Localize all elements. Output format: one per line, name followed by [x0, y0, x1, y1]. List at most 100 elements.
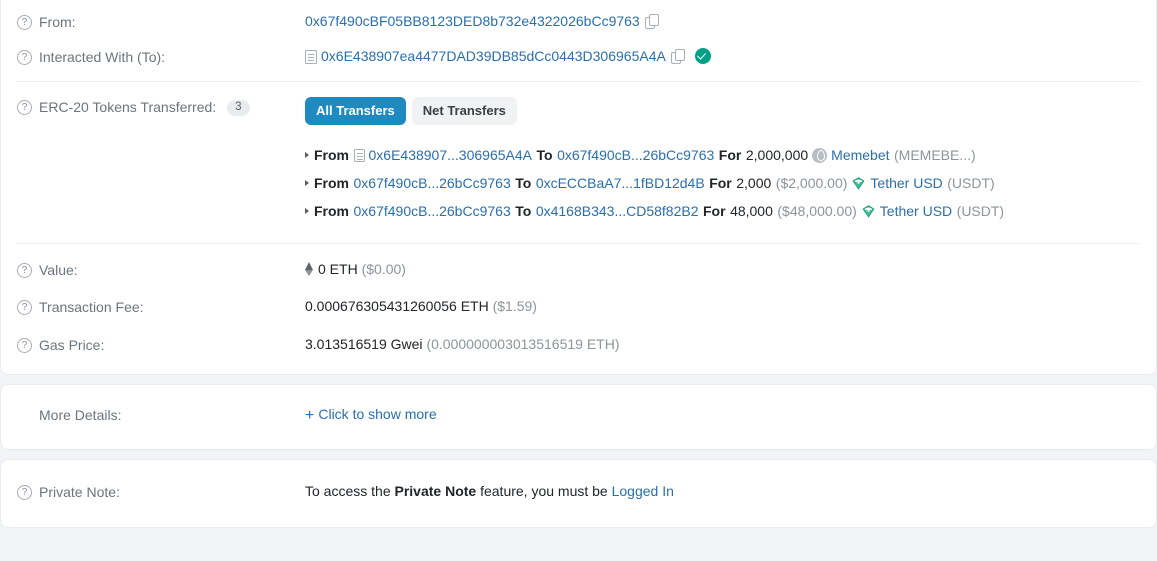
expand-caret-icon[interactable]: [305, 208, 309, 215]
transaction-fee-usd: ($1.59): [492, 298, 537, 315]
transfer-to-label: To: [536, 146, 553, 163]
from-label-cell: ? From:: [17, 11, 305, 33]
private-note-term: Private Note: [394, 483, 477, 500]
transfer-to-address[interactable]: 0x67f490cB...26bCc9763: [557, 145, 714, 166]
gas-price-value-cell: 3.013516519 Gwei (0.000000003013516519 E…: [305, 334, 1140, 355]
transfer-from-address[interactable]: 0x67f490cB...26bCc9763: [354, 201, 511, 222]
expand-caret-icon[interactable]: [305, 152, 309, 159]
tab-net-transfers[interactable]: Net Transfers: [411, 97, 517, 126]
transfer-token-symbol: (USDT): [956, 202, 1005, 219]
private-note-value-cell: To access the Private Note feature, you …: [305, 481, 1140, 502]
private-note-label: Private Note:: [39, 484, 120, 501]
interacted-with-value-cell: 0x6E438907ea4477DAD39DB85dCc0443D306965A…: [305, 46, 1140, 67]
interacted-with-label: Interacted With (To):: [39, 49, 166, 65]
transfer-list: From 0x6E438907...306965A4A To 0x67f490cB..…: [305, 141, 1140, 225]
row-gas-price: ? Gas Price: 3.013516519 Gwei (0.0000000…: [1, 323, 1156, 374]
transfer-amount: 2,000: [736, 174, 772, 191]
transaction-overview-card: ? From: 0x67f490cBF05BB8123DED8b732e4322…: [0, 0, 1157, 376]
click-to-show-more-label: Click to show more: [318, 406, 437, 423]
transfer-for-label: For: [709, 174, 732, 191]
row-private-note: ? Private Note: To access the Private No…: [1, 460, 1156, 527]
transfer-row: From 0x67f490cB...26bCc9763 To 0x4168B343..…: [305, 197, 1140, 225]
more-details-label: More Details:: [39, 407, 122, 424]
logged-in-link[interactable]: Logged In: [612, 483, 674, 499]
transfer-amount-usd: ($2,000.00): [775, 174, 848, 191]
contract-icon: [305, 50, 317, 64]
transfer-from-label: From: [314, 174, 349, 191]
value-label: Value:: [39, 262, 78, 279]
transfer-row: From 0x67f490cB...26bCc9763 To 0xcECCBaA7..…: [305, 169, 1140, 197]
plus-icon: +: [305, 407, 315, 425]
click-to-show-more-button[interactable]: + Click to show more: [305, 406, 437, 425]
copy-icon[interactable]: [670, 49, 685, 64]
transfer-to-label: To: [515, 202, 532, 219]
verified-contract-icon: [694, 48, 711, 64]
private-note-text-before: To access the: [305, 483, 395, 500]
help-icon[interactable]: ?: [17, 50, 32, 65]
transfer-row: From 0x6E438907...306965A4A To 0x67f490cB..…: [305, 141, 1140, 169]
transfer-token-name[interactable]: Tether USD: [880, 201, 952, 222]
row-interacted-with: ? Interacted With (To): 0x6E438907ea4477…: [1, 37, 1156, 81]
private-note-text-after: feature, you must be: [476, 483, 612, 500]
transfer-token-name[interactable]: Memebet: [831, 145, 889, 166]
erc20-label: ERC-20 Tokens Transferred:: [39, 99, 217, 115]
contract-icon: [353, 148, 365, 162]
tether-token-icon: [861, 204, 876, 219]
expand-caret-icon[interactable]: [305, 180, 309, 187]
gas-price-label: Gas Price:: [39, 337, 105, 354]
transaction-fee-label-cell: ? Transaction Fee:: [17, 296, 305, 318]
help-icon[interactable]: ?: [17, 100, 32, 115]
transfer-amount: 2,000,000: [745, 146, 809, 163]
row-from: ? From: 0x67f490cBF05BB8123DED8b732e4322…: [1, 0, 1156, 37]
more-details-card: More Details: + Click to show more: [0, 384, 1157, 451]
transaction-fee-value-cell: 0.000676305431260056 ETH ($1.59): [305, 296, 1140, 317]
erc20-count-badge: 3: [227, 99, 250, 116]
gas-price-eth: (0.000000003013516519 ETH): [426, 336, 620, 353]
transfer-token-symbol: (MEMEBE...): [894, 146, 976, 163]
row-erc20-transfers: ? ERC-20 Tokens Transferred: 3 All Trans…: [1, 82, 1156, 243]
copy-icon[interactable]: [644, 14, 659, 29]
transfer-to-label: To: [515, 174, 532, 191]
transfer-from-label: From: [314, 202, 349, 219]
row-more-details: More Details: + Click to show more: [1, 385, 1156, 449]
from-label: From:: [39, 14, 76, 30]
gas-price-amount: 3.013516519 Gwei: [305, 336, 423, 353]
transfer-for-label: For: [718, 146, 742, 163]
private-note-card: ? Private Note: To access the Private No…: [0, 459, 1157, 529]
tether-token-icon: [851, 176, 866, 191]
transfer-to-address[interactable]: 0xcECCBaA7...1fBD12d4B: [536, 173, 705, 194]
ethereum-icon: [305, 262, 314, 277]
transaction-details-page: ? From: 0x67f490cBF05BB8123DED8b732e4322…: [0, 0, 1157, 560]
help-icon[interactable]: ?: [17, 263, 32, 279]
transfer-token-name[interactable]: Tether USD: [870, 173, 942, 194]
tab-all-transfers[interactable]: All Transfers: [305, 97, 406, 126]
row-transaction-fee: ? Transaction Fee: 0.000676305431260056 …: [1, 285, 1156, 323]
transfer-from-address[interactable]: 0x67f490cB...26bCc9763: [354, 173, 511, 194]
erc20-value-cell: All Transfers Net Transfers From 0x6E4389…: [305, 96, 1140, 225]
private-note-label-cell: ? Private Note:: [17, 481, 305, 503]
more-details-value-cell: + Click to show more: [305, 404, 1140, 428]
from-value-cell: 0x67f490cBF05BB8123DED8b732e4322026bCc97…: [305, 11, 1140, 32]
interacted-with-address-link[interactable]: 0x6E438907ea4477DAD39DB85dCc0443D306965A…: [321, 48, 666, 64]
value-amount: 0 ETH: [318, 261, 358, 278]
memebet-token-icon: [812, 147, 828, 163]
transfer-to-address[interactable]: 0x4168B343...CD58f82B2: [536, 201, 699, 222]
from-address-link[interactable]: 0x67f490cBF05BB8123DED8b732e4322026bCc97…: [305, 13, 640, 29]
transfer-for-label: For: [703, 202, 726, 219]
value-label-cell: ? Value:: [17, 259, 305, 281]
transfer-amount: 48,000: [730, 202, 773, 219]
transfer-token-symbol: (USDT): [947, 174, 995, 191]
transfer-from-label: From: [314, 146, 349, 163]
transaction-fee-amount: 0.000676305431260056 ETH: [305, 298, 489, 315]
gas-price-label-cell: ? Gas Price:: [17, 334, 305, 356]
help-icon[interactable]: ?: [17, 338, 32, 354]
row-value: ? Value: 0 ETH ($0.00): [1, 244, 1156, 285]
transfer-from-address[interactable]: 0x6E438907...306965A4A: [369, 145, 532, 166]
transfer-tabs: All Transfers Net Transfers: [305, 96, 1140, 126]
help-icon[interactable]: ?: [17, 15, 32, 30]
value-value-cell: 0 ETH ($0.00): [305, 259, 1140, 280]
help-icon[interactable]: ?: [17, 485, 32, 501]
help-icon[interactable]: ?: [17, 300, 32, 316]
interacted-with-label-cell: ? Interacted With (To):: [17, 46, 305, 68]
transfer-amount-usd: ($48,000.00): [777, 202, 857, 219]
